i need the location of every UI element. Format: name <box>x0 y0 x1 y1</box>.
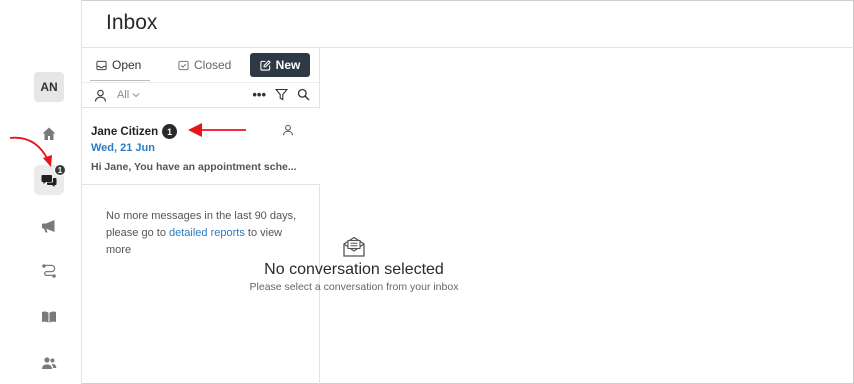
chevron-down-icon <box>132 93 140 98</box>
conversation-date: Wed, 21 Jun <box>91 142 155 154</box>
tab-closed[interactable]: Closed <box>178 58 231 72</box>
filter-tools: ••• <box>252 88 310 101</box>
conversation-detail-pane <box>320 48 854 384</box>
envelope-icon <box>343 236 365 257</box>
filter-icon[interactable] <box>275 88 288 101</box>
workflow-icon <box>42 264 56 278</box>
home-icon <box>42 127 56 140</box>
contact-name: Jane Citizen <box>91 125 159 138</box>
new-conversation-button[interactable]: New <box>250 53 310 77</box>
conversations-count-badge: 1 <box>54 164 66 176</box>
side-rail: AN 1 <box>0 0 82 384</box>
tab-open-underline <box>90 80 150 81</box>
nav-knowledge[interactable] <box>34 302 64 332</box>
unread-badge: 1 <box>162 124 178 139</box>
assign-user-icon[interactable] <box>282 124 294 136</box>
more-options-icon[interactable]: ••• <box>252 88 266 101</box>
no-more-messages-note: No more messages in the last 90 days, pl… <box>106 208 306 259</box>
tab-closed-label: Closed <box>194 58 232 72</box>
tab-open-label: Open <box>112 58 142 72</box>
nav-campaigns[interactable] <box>34 211 64 241</box>
megaphone-icon <box>42 220 55 233</box>
user-icon <box>94 89 107 102</box>
empty-state-title: No conversation selected <box>264 261 444 278</box>
new-button-label: New <box>275 58 301 72</box>
compose-icon <box>260 59 271 71</box>
filter-bar: All ••• <box>82 82 320 108</box>
status-tabs: Open Closed New <box>82 48 320 82</box>
conversation-preview: Hi Jane, You have an appointment sche... <box>91 161 297 173</box>
nav-contacts[interactable] <box>34 348 64 378</box>
assignee-filter-label: All <box>117 89 130 101</box>
conversation-list-panel: Open Closed New All ••• Jane Citizen 1 W… <box>82 48 320 384</box>
empty-state-subtitle: Please select a conversation from your i… <box>249 281 459 293</box>
conversation-list-item[interactable]: Jane Citizen 1 Wed, 21 Jun Hi Jane, You … <box>82 109 320 185</box>
page-title: Inbox <box>106 11 158 34</box>
inbox-icon <box>96 60 107 70</box>
nav-workflows[interactable] <box>34 256 64 286</box>
conversation-contact: Jane Citizen 1 <box>91 124 178 139</box>
page-header: Inbox <box>82 0 854 48</box>
conversations-icon <box>41 175 57 187</box>
tab-open[interactable]: Open <box>96 58 141 72</box>
assignee-filter-dropdown[interactable]: All <box>117 89 140 101</box>
contacts-icon <box>42 357 57 369</box>
closed-box-icon <box>178 60 189 70</box>
book-icon <box>42 311 56 323</box>
detailed-reports-link[interactable]: detailed reports <box>169 227 245 239</box>
nav-home[interactable] <box>34 119 64 149</box>
search-icon[interactable] <box>297 88 310 101</box>
avatar[interactable]: AN <box>34 72 64 102</box>
